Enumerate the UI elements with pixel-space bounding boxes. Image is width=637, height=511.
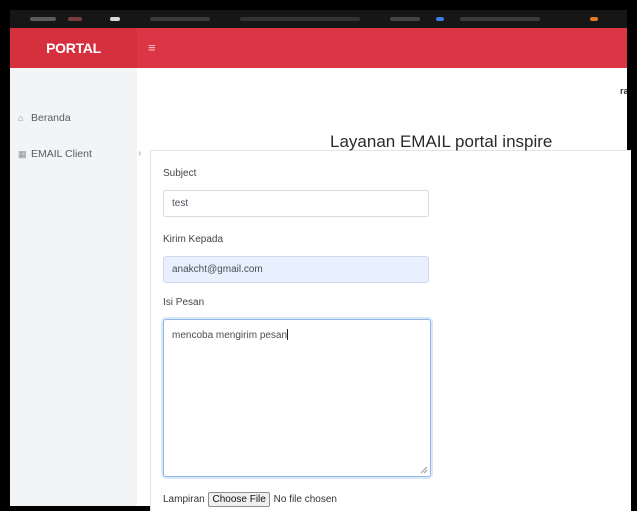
message-label: Isi Pesan [163,297,205,308]
text-caret [287,329,289,340]
page-title: Layanan EMAIL portal inspire [330,132,553,151]
attachment-label: Lampiran [163,494,205,505]
resize-grip-icon[interactable] [420,466,428,474]
chevron-right-icon: › [138,148,142,159]
message-textarea[interactable]: mencoba mengirim pesan [163,319,431,477]
browser-tab-strip [10,10,627,28]
recipient-email-input[interactable]: anakcht@gmail.com [163,256,429,283]
file-status: No file chosen [273,494,337,505]
sidebar-item-email-client[interactable]: ▦ EMAIL Client › [18,144,141,164]
top-navbar: PORTAL ≡ [10,28,627,68]
subject-label: Subject [163,168,197,179]
hamburger-icon[interactable]: ≡ [148,28,156,68]
attachment-row: Lampiran Choose File No file chosen [163,492,337,507]
sidebar-item-label: EMAIL Client [31,148,92,160]
sidebar-item-label: Beranda [31,112,71,124]
message-text: mencoba mengirim pesan [172,330,288,341]
recipient-label: Kirim Kepada [163,234,224,245]
brand-logo[interactable]: PORTAL [10,28,137,68]
user-menu[interactable]: ra [620,86,627,96]
grid-icon: ▦ [18,149,27,159]
subject-input[interactable]: test [163,190,429,217]
sidebar: ⌂ Beranda ▦ EMAIL Client › [10,68,141,506]
sidebar-item-beranda[interactable]: ⌂ Beranda [18,108,71,128]
choose-file-button[interactable]: Choose File [208,492,270,507]
home-icon: ⌂ [18,113,24,123]
